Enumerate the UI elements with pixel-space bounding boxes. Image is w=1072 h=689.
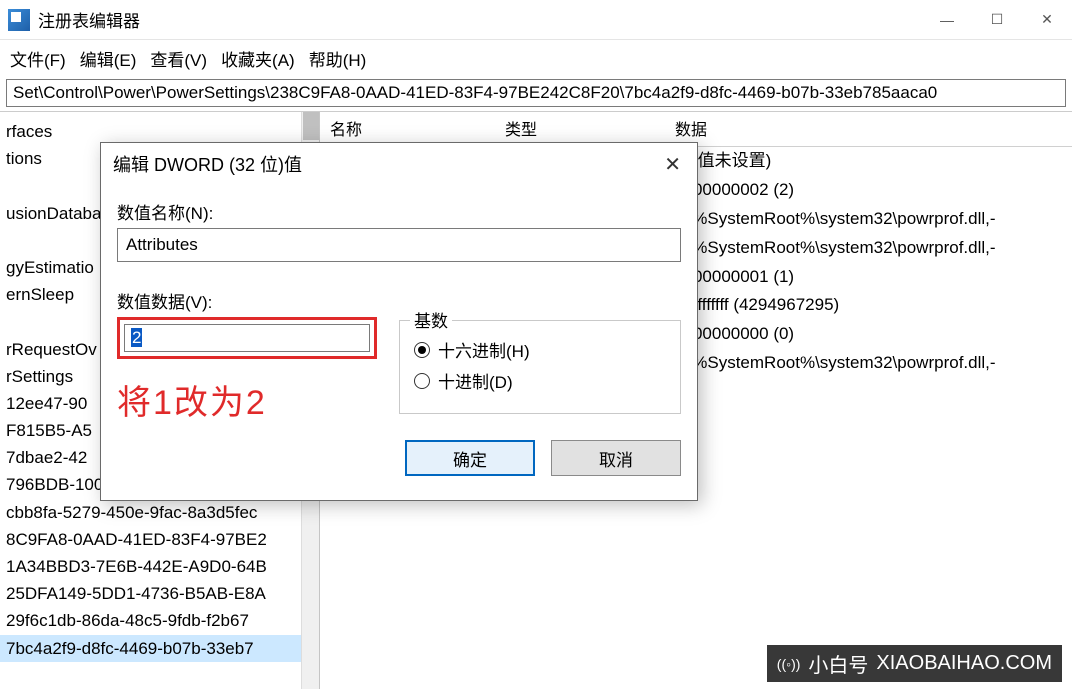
watermark-footer: ((◦)) 小白号 XIAOBAIHAO.COM [767, 645, 1062, 682]
radix-group: 基数 十六进制(H) 十进制(D) [399, 320, 681, 414]
column-name[interactable]: 名称 [330, 116, 505, 140]
column-type[interactable]: 类型 [505, 116, 675, 140]
minimize-button[interactable]: — [922, 1, 972, 39]
ok-button[interactable]: 确定 [405, 440, 535, 476]
radio-dec[interactable]: 十进制(D) [414, 368, 666, 393]
cancel-button[interactable]: 取消 [551, 440, 681, 476]
menu-file[interactable]: 文件(F) [10, 46, 66, 71]
radio-hex[interactable]: 十六进制(H) [414, 337, 666, 362]
cell-data: 0x00000000 (0) [675, 320, 1072, 349]
cell-data: @%SystemRoot%\system32\powrprof.dll,- [675, 234, 1072, 263]
dialog-body: 数值名称(N): 数值数据(V): 2 将1改为2 . 基数 十六进制(H) [101, 185, 697, 500]
value-data-highlight: 2 [117, 317, 377, 359]
value-data-label: 数值数据(V): [117, 288, 377, 313]
tree-item[interactable]: 7bc4a2f9-d8fc-4469-b07b-33eb7 [0, 635, 319, 662]
dialog-close-icon[interactable]: ✕ [658, 152, 687, 177]
value-data-input[interactable]: 2 [124, 324, 370, 352]
cell-data: 0xffffffff (4294967295) [675, 291, 1072, 320]
app-title: 注册表编辑器 [38, 7, 140, 32]
tree-item[interactable]: 1A34BBD3-7E6B-442E-A9D0-64B [0, 553, 319, 580]
maximize-button[interactable]: ☐ [972, 1, 1022, 39]
scrollbar-thumb[interactable] [303, 112, 319, 140]
cell-data: @%SystemRoot%\system32\powrprof.dll,- [675, 205, 1072, 234]
tree-item[interactable]: 25DFA149-5DD1-4736-B5AB-E8A [0, 580, 319, 607]
radio-dec-icon [414, 373, 430, 389]
tree-item[interactable]: 8C9FA8-0AAD-41ED-83F4-97BE2 [0, 526, 319, 553]
window-controls: — ☐ ✕ [922, 1, 1072, 39]
broadcast-icon: ((◦)) [777, 656, 801, 672]
radio-hex-icon [414, 342, 430, 358]
value-name-label: 数值名称(N): [117, 199, 681, 224]
edit-dword-dialog: 编辑 DWORD (32 位)值 ✕ 数值名称(N): 数值数据(V): 2 将… [100, 142, 698, 501]
cell-data: 0x00000002 (2) [675, 176, 1072, 205]
brand-cn: 小白号 [808, 649, 868, 678]
menu-edit[interactable]: 编辑(E) [80, 46, 137, 71]
column-data[interactable]: 数据 [675, 116, 1072, 140]
value-name-input[interactable] [117, 228, 681, 262]
regedit-icon [8, 9, 30, 31]
menubar: 文件(F) 编辑(E) 查看(V) 收藏夹(A) 帮助(H) [0, 40, 1072, 79]
menu-view[interactable]: 查看(V) [150, 46, 207, 71]
cell-data: @%SystemRoot%\system32\powrprof.dll,- [675, 349, 1072, 378]
titlebar: 注册表编辑器 — ☐ ✕ [0, 0, 1072, 40]
dialog-title: 编辑 DWORD (32 位)值 [113, 151, 302, 177]
radio-hex-label: 十六进制(H) [438, 337, 530, 362]
address-bar[interactable]: Set\Control\Power\PowerSettings\238C9FA8… [6, 79, 1066, 107]
brand-en: XIAOBAIHAO.COM [876, 652, 1052, 675]
cell-data: (数值未设置) [675, 147, 1072, 176]
dialog-titlebar: 编辑 DWORD (32 位)值 ✕ [101, 143, 697, 185]
cell-data: 0x00000001 (1) [675, 263, 1072, 292]
dialog-buttons: 确定 取消 [399, 440, 681, 476]
menu-favorites[interactable]: 收藏夹(A) [221, 46, 295, 71]
annotation-text: 将1改为2 [117, 375, 377, 424]
menu-help[interactable]: 帮助(H) [309, 46, 367, 71]
tree-item[interactable]: cbb8fa-5279-450e-9fac-8a3d5fec [0, 499, 319, 526]
tree-item[interactable]: 29f6c1db-86da-48c5-9fdb-f2b67 [0, 607, 319, 634]
radio-dec-label: 十进制(D) [438, 368, 513, 393]
radix-legend: 基数 [410, 307, 452, 332]
close-button[interactable]: ✕ [1022, 1, 1072, 39]
